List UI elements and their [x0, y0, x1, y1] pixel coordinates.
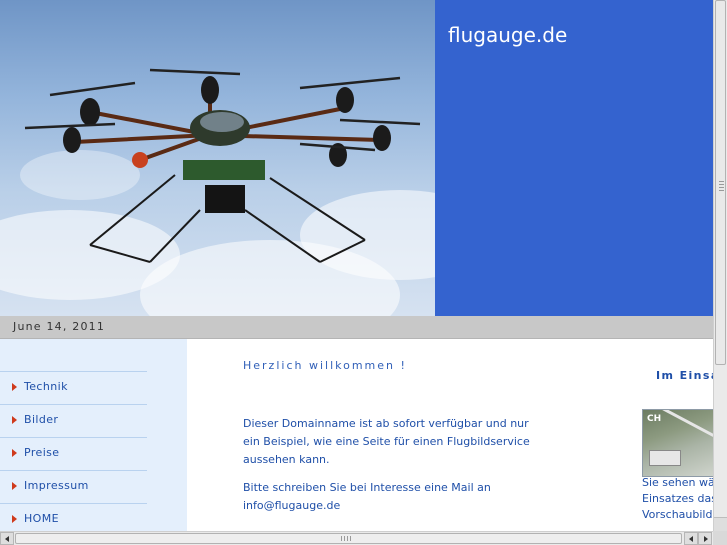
- date-bar: June 14, 2011: [0, 316, 713, 339]
- vertical-scroll-thumb[interactable]: [715, 0, 726, 365]
- main-content: Herzlich willkommen ! Dieser Domainname …: [187, 339, 713, 531]
- sidebar-heading: Im Einsa: [656, 369, 713, 382]
- contact-paragraph: Bitte schreiben Sie bei Interesse eine M…: [243, 481, 491, 512]
- site-title[interactable]: flugauge.de: [448, 23, 567, 47]
- intro-paragraph: Dieser Domainname ist ab sofort verfügba…: [243, 417, 530, 466]
- aerial-thumbnail-image[interactable]: CH: [642, 409, 713, 477]
- hero-drone-image: [0, 0, 435, 316]
- arrow-left-icon: [689, 536, 693, 542]
- scroll-left-button-secondary[interactable]: [684, 532, 698, 545]
- nav-item-impressum[interactable]: Impressum: [0, 470, 147, 503]
- scrollbar-corner: [713, 531, 727, 545]
- left-navigation: Technik Bilder Preise Impressum HOME: [0, 339, 187, 531]
- horizontal-scrollbar[interactable]: [0, 531, 713, 545]
- nav-item-label[interactable]: Technik: [24, 380, 68, 393]
- nav-item-bilder[interactable]: Bilder: [0, 404, 147, 437]
- scroll-left-button[interactable]: [0, 532, 14, 545]
- arrow-left-icon: [5, 536, 9, 542]
- scroll-down-button[interactable]: [714, 517, 727, 531]
- arrow-right-icon: [12, 449, 17, 457]
- sidebar-text-line: Einsatzes das: [642, 492, 713, 505]
- arrow-right-icon: [704, 536, 708, 542]
- scroll-right-button[interactable]: [698, 532, 712, 545]
- title-panel: flugauge.de: [435, 0, 713, 316]
- nav-item-technik[interactable]: Technik: [0, 371, 147, 404]
- date-text: June 14, 2011: [13, 320, 106, 333]
- horizontal-scroll-thumb[interactable]: [15, 533, 682, 544]
- page-viewport: flugauge.de June 14, 2011 Technik Bilder…: [0, 0, 713, 531]
- nav-item-label[interactable]: Impressum: [24, 479, 89, 492]
- arrow-right-icon: [12, 416, 17, 424]
- welcome-heading: Herzlich willkommen !: [243, 359, 407, 372]
- vertical-scrollbar[interactable]: [713, 0, 727, 531]
- nav-list: Technik Bilder Preise Impressum HOME: [0, 371, 147, 531]
- intro-text: Dieser Domainname ist ab sofort verfügba…: [243, 415, 533, 525]
- sidebar-text-line: Sie sehen wäh: [642, 476, 713, 489]
- arrow-right-icon: [12, 515, 17, 523]
- grip-icon: [719, 181, 724, 191]
- arrow-right-icon: [12, 482, 17, 490]
- nav-item-home[interactable]: HOME: [0, 503, 147, 531]
- nav-item-preise[interactable]: Preise: [0, 437, 147, 470]
- sidebar-text: Sie sehen wäh Einsatzes das Vorschaubild: [642, 475, 713, 523]
- sidebar-text-line: Vorschaubild: [642, 508, 713, 521]
- grip-icon: [341, 536, 353, 541]
- nav-item-label[interactable]: HOME: [24, 512, 59, 525]
- nav-item-label[interactable]: Preise: [24, 446, 59, 459]
- nav-item-label[interactable]: Bilder: [24, 413, 58, 426]
- arrow-right-icon: [12, 383, 17, 391]
